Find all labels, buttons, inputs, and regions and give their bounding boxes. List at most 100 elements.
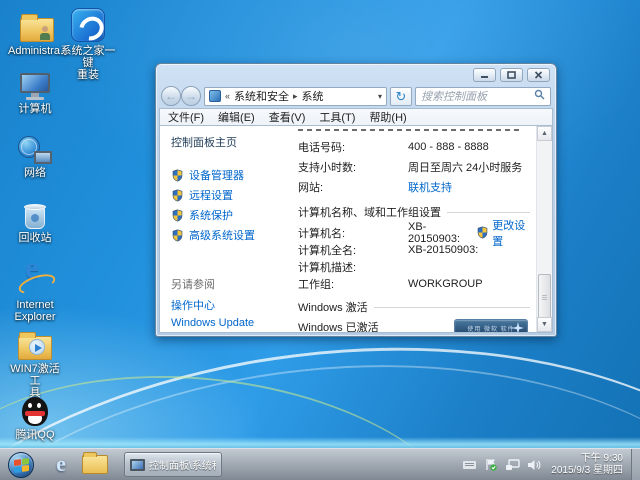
computer-icon (20, 73, 50, 100)
menu-file[interactable]: 文件(F) (168, 109, 204, 125)
forward-button[interactable]: → (181, 86, 201, 106)
section-title: 计算机名称、域和工作组设置 (298, 204, 441, 220)
desktop-icon-label: 网络 (6, 167, 64, 179)
scroll-up-button[interactable]: ▲ (537, 126, 552, 141)
computer-row-description: 计算机描述: (298, 258, 530, 275)
minimize-button[interactable] (473, 68, 496, 82)
clock-time: 下午 9:30 (551, 453, 623, 465)
desktop-icon-label: Internet (6, 299, 64, 311)
window-content: 控制面板主页 设备管理器 远程设置 系统保护 高级系统设置 另请参阅 (159, 125, 553, 333)
desktop: Administra... 系统之家一键 重装 计算机 网络 回收站 e Int… (0, 0, 640, 480)
windows-flag-icon (14, 457, 29, 472)
address-dropdown-icon[interactable]: ▾ (378, 92, 382, 101)
sidebar: 控制面板主页 设备管理器 远程设置 系统保护 高级系统设置 另请参阅 (160, 126, 288, 332)
desktop-icon-computer[interactable]: 计算机 (6, 66, 64, 115)
menu-bar: 文件(F) 编辑(E) 查看(V) 工具(T) 帮助(H) (159, 108, 553, 125)
row-value: 周日至周六 24小时服务 (408, 159, 522, 175)
input-method-icon[interactable] (462, 459, 477, 470)
desktop-icon-network[interactable]: 网络 (6, 130, 64, 179)
system-tray (462, 458, 541, 471)
volume-icon[interactable] (527, 459, 541, 471)
clipped-scrolled-text (298, 128, 523, 133)
menu-edit[interactable]: 编辑(E) (218, 109, 255, 125)
action-center-flag-icon[interactable] (484, 458, 498, 471)
sidebar-item-windows-update[interactable]: Windows Update (171, 314, 288, 332)
close-button[interactable] (527, 68, 550, 82)
row-value: 400 - 888 - 8888 (408, 141, 489, 153)
desktop-icon-label: 腾讯QQ (6, 429, 64, 441)
product-id: 产品 ID: 00426-OEM-8992662-00006 (298, 329, 448, 332)
sidebar-item-label: 系统保护 (189, 207, 233, 223)
title-bar[interactable] (156, 64, 556, 84)
desktop-icon-label: 系统之家一键 (56, 45, 120, 69)
wallpaper-horizon-glow (0, 437, 640, 448)
taskbar: e 控制面板\系统和... 下午 9:30 2015/9/3 星期四 (0, 448, 640, 480)
sidebar-item-control-panel-home[interactable]: 控制面板主页 (171, 134, 288, 150)
back-icon: ← (165, 89, 177, 103)
desktop-icon-label: Explorer (6, 311, 64, 323)
section-title: Windows 激活 (298, 299, 368, 315)
support-row-website: 网站: 联机支持 (298, 177, 530, 197)
menu-help[interactable]: 帮助(H) (369, 109, 406, 125)
row-label: 计算机描述: (298, 259, 408, 275)
online-support-link[interactable]: 联机支持 (408, 179, 452, 195)
maximize-button[interactable] (500, 68, 523, 82)
uac-shield-icon (171, 189, 184, 202)
sidebar-item-system-protection[interactable]: 系统保护 (171, 205, 288, 225)
show-desktop-button[interactable] (631, 449, 640, 480)
menu-view[interactable]: 查看(V) (269, 109, 306, 125)
taskbar-task-button-control-panel[interactable]: 控制面板\系统和... (124, 452, 222, 477)
section-rule (447, 212, 530, 213)
internet-explorer-icon: e (18, 266, 52, 296)
activation-block: Windows 已激活 产品 ID: 00426-OEM-8992662-000… (298, 319, 530, 332)
row-value: XB-20150903: (408, 221, 468, 245)
activation-section-header: Windows 激活 (298, 299, 530, 315)
scrollbar-thumb[interactable] (538, 274, 551, 322)
back-button[interactable]: ← (161, 86, 181, 106)
sidebar-item-remote-settings[interactable]: 远程设置 (171, 185, 288, 205)
desktop-icon-win7-activation-tool[interactable]: WIN7激活工 具 (6, 326, 64, 399)
row-label: 计算机全名: (298, 242, 408, 258)
taskbar-internet-explorer-icon[interactable]: e (46, 451, 76, 477)
breadcrumb-overflow-chevron[interactable]: « (225, 91, 230, 101)
start-button[interactable] (8, 452, 34, 478)
refresh-button[interactable]: ↻ (390, 87, 412, 106)
desktop-icon-tencent-qq[interactable]: 腾讯QQ (6, 392, 64, 441)
desktop-icon-system-home-reinstall[interactable]: 系统之家一键 重装 (56, 8, 120, 81)
sidebar-item-advanced-system-settings[interactable]: 高级系统设置 (171, 225, 288, 245)
change-settings-link[interactable]: 更改设置 (492, 217, 530, 249)
desktop-icon-internet-explorer[interactable]: e Internet Explorer (6, 262, 64, 323)
sidebar-item-performance-tools[interactable]: 性能信息和工具 (171, 332, 288, 333)
address-bar[interactable]: « 系统和安全 ▸ 系统 ▾ (204, 87, 387, 106)
desktop-icon-label: 计算机 (6, 103, 64, 115)
network-icon (18, 136, 52, 164)
breadcrumb-system[interactable]: 系统 (302, 88, 324, 104)
desktop-icon-recycle-bin[interactable]: 回收站 (6, 195, 64, 244)
menu-tools[interactable]: 工具(T) (319, 109, 355, 125)
folder-icon (18, 336, 52, 360)
genuine-windows-badge[interactable]: 使用 微软 软件 正版授权 安全 稳定 声誉 (454, 319, 528, 332)
row-label: 支持小时数: (298, 159, 408, 175)
uac-shield-icon (476, 226, 489, 239)
sidebar-item-device-manager[interactable]: 设备管理器 (171, 165, 288, 185)
breadcrumb-system-security[interactable]: 系统和安全 (234, 88, 289, 104)
system-page-icon (209, 90, 221, 102)
taskbar-explorer-icon[interactable] (82, 455, 108, 474)
desktop-icon-label: 重装 (56, 69, 120, 81)
system-home-app-icon (71, 8, 105, 42)
uac-shield-icon (171, 169, 184, 182)
taskbar-clock[interactable]: 下午 9:30 2015/9/3 星期四 (551, 453, 623, 477)
search-input[interactable]: 搜索控制面板 (415, 87, 551, 106)
row-label: 网站: (298, 179, 408, 195)
vertical-scrollbar[interactable]: ▲ ▼ (536, 126, 552, 332)
recycle-bin-icon (24, 202, 46, 229)
navigation-bar: ← → « 系统和安全 ▸ 系统 ▾ ↻ 搜索控制面板 (156, 84, 556, 108)
search-icon (534, 89, 545, 103)
computer-row-name: 计算机名: XB-20150903: 更改设置 (298, 224, 530, 241)
scroll-down-button[interactable]: ▼ (537, 317, 552, 332)
support-row-hours: 支持小时数: 周日至周六 24小时服务 (298, 157, 530, 177)
sidebar-item-action-center[interactable]: 操作中心 (171, 296, 288, 314)
see-also-header: 另请参阅 (171, 276, 288, 292)
sidebar-item-label: 远程设置 (189, 187, 233, 203)
network-status-icon[interactable] (505, 459, 520, 471)
